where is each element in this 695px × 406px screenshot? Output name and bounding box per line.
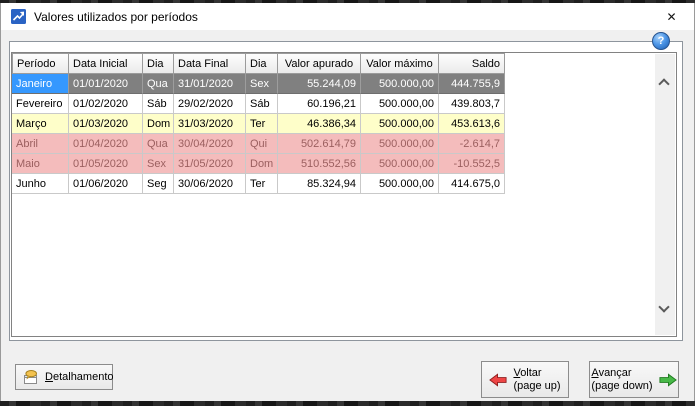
screen: Valores utilizados por períodos ✕ ? Perí… — [0, 0, 695, 406]
green-right-arrow-icon — [659, 372, 677, 387]
cell-dia-final[interactable]: Ter — [246, 114, 278, 134]
voltar-button[interactable]: Voltar (page up) — [481, 361, 569, 398]
cell-valor-apurado[interactable]: 60.196,21 — [278, 94, 361, 114]
cell-period[interactable]: Fevereiro — [12, 94, 69, 114]
col-header-valor-maximo[interactable]: Valor máximo — [361, 53, 439, 74]
table-row-janeiro[interactable]: Janeiro 01/01/2020 Qua 31/01/2020 Sex 55… — [12, 74, 505, 94]
cell-saldo[interactable]: 444.755,9 — [439, 74, 505, 94]
cell-dia-final[interactable]: Dom — [246, 154, 278, 174]
cell-dia-final[interactable]: Ter — [246, 174, 278, 194]
avancar-label: Avançar (page down) — [591, 366, 653, 392]
cell-valor-apurado[interactable]: 85.324,94 — [278, 174, 361, 194]
cell-data-final[interactable]: 31/01/2020 — [174, 74, 246, 94]
cell-dia-inicial[interactable]: Qua — [143, 134, 174, 154]
col-header-saldo[interactable]: Saldo — [439, 53, 505, 74]
periods-table: Período Data Inicial Dia Data Final Dia … — [12, 53, 505, 194]
cell-saldo[interactable]: -10.552,5 — [439, 154, 505, 174]
col-header-periodo[interactable]: Período — [12, 53, 69, 74]
cell-saldo[interactable]: -2.614,7 — [439, 134, 505, 154]
cell-data-inicial[interactable]: 01/05/2020 — [69, 154, 143, 174]
cell-valor-maximo[interactable]: 500.000,00 — [361, 94, 439, 114]
cell-valor-apurado[interactable]: 510.552,56 — [278, 154, 361, 174]
cell-dia-final[interactable]: Sáb — [246, 94, 278, 114]
cell-dia-final[interactable]: Qui — [246, 134, 278, 154]
detalhamento-button[interactable]: Detalhamento — [15, 364, 114, 390]
cell-period[interactable]: Maio — [12, 154, 69, 174]
table-row-junho[interactable]: Junho 01/06/2020 Seg 30/06/2020 Ter 85.3… — [12, 174, 505, 194]
cell-saldo[interactable]: 414.675,0 — [439, 174, 505, 194]
cell-dia-inicial[interactable]: Qua — [143, 74, 174, 94]
close-icon[interactable]: ✕ — [649, 3, 694, 30]
cell-data-final[interactable]: 30/06/2020 — [174, 174, 246, 194]
cell-valor-maximo[interactable]: 500.000,00 — [361, 74, 439, 94]
vertical-scrollbar[interactable] — [655, 54, 675, 335]
voltar-label: Voltar (page up) — [513, 366, 561, 392]
cell-valor-apurado[interactable]: 46.386,34 — [278, 114, 361, 134]
cell-saldo[interactable]: 439.803,7 — [439, 94, 505, 114]
dialog-window: Valores utilizados por períodos ✕ ? Perí… — [0, 3, 695, 401]
cell-dia-inicial[interactable]: Sex — [143, 154, 174, 174]
periods-grid: Período Data Inicial Dia Data Final Dia … — [11, 52, 677, 337]
col-header-dia-inicial[interactable]: Dia — [143, 53, 174, 74]
note-balloon-icon — [23, 369, 39, 385]
window-title: Valores utilizados por períodos — [34, 9, 198, 24]
cell-data-final[interactable]: 31/05/2020 — [174, 154, 246, 174]
cell-data-inicial[interactable]: 01/01/2020 — [69, 74, 143, 94]
cell-valor-maximo[interactable]: 500.000,00 — [361, 114, 439, 134]
table-row-marco[interactable]: Março 01/03/2020 Dom 31/03/2020 Ter 46.3… — [12, 114, 505, 134]
cell-dia-inicial[interactable]: Sáb — [143, 94, 174, 114]
cell-data-final[interactable]: 31/03/2020 — [174, 114, 246, 134]
cell-data-inicial[interactable]: 01/03/2020 — [69, 114, 143, 134]
cell-data-final[interactable]: 30/04/2020 — [174, 134, 246, 154]
col-header-data-inicial[interactable]: Data Inicial — [69, 53, 143, 74]
cell-data-final[interactable]: 29/02/2020 — [174, 94, 246, 114]
help-icon[interactable]: ? — [652, 32, 670, 50]
red-left-arrow-icon — [489, 372, 508, 387]
cell-period[interactable]: Março — [12, 114, 69, 134]
cell-period[interactable]: Junho — [12, 174, 69, 194]
col-header-data-final[interactable]: Data Final — [174, 53, 246, 74]
col-header-dia-final[interactable]: Dia — [246, 53, 278, 74]
cell-valor-apurado[interactable]: 55.244,09 — [278, 74, 361, 94]
cell-data-inicial[interactable]: 01/04/2020 — [69, 134, 143, 154]
chevron-up-icon[interactable] — [658, 78, 670, 90]
table-row-fevereiro[interactable]: Fevereiro 01/02/2020 Sáb 29/02/2020 Sáb … — [12, 94, 505, 114]
cell-period[interactable]: Janeiro — [12, 74, 69, 94]
cell-valor-maximo[interactable]: 500.000,00 — [361, 154, 439, 174]
detalhamento-label: Detalhamento — [45, 371, 114, 383]
cell-dia-final[interactable]: Sex — [246, 74, 278, 94]
dialog-body: ? Período Data Inicial Dia Data Final Di… — [1, 30, 694, 401]
cell-dia-inicial[interactable]: Seg — [143, 174, 174, 194]
background-window-strip-bottom — [0, 401, 695, 406]
table-row-maio[interactable]: Maio 01/05/2020 Sex 31/05/2020 Dom 510.5… — [12, 154, 505, 174]
content-panel: Período Data Inicial Dia Data Final Dia … — [9, 41, 683, 341]
cell-data-inicial[interactable]: 01/06/2020 — [69, 174, 143, 194]
cell-data-inicial[interactable]: 01/02/2020 — [69, 94, 143, 114]
cell-dia-inicial[interactable]: Dom — [143, 114, 174, 134]
table-header-row: Período Data Inicial Dia Data Final Dia … — [12, 53, 505, 74]
col-header-valor-apurado[interactable]: Valor apurado — [278, 53, 361, 74]
cell-valor-apurado[interactable]: 502.614,79 — [278, 134, 361, 154]
avancar-button[interactable]: Avançar (page down) — [589, 361, 679, 398]
cell-valor-maximo[interactable]: 500.000,00 — [361, 174, 439, 194]
table-row-abril[interactable]: Abril 01/04/2020 Qua 30/04/2020 Qui 502.… — [12, 134, 505, 154]
cell-saldo[interactable]: 453.613,6 — [439, 114, 505, 134]
cell-valor-maximo[interactable]: 500.000,00 — [361, 134, 439, 154]
app-trend-chart-icon — [11, 9, 26, 24]
titlebar: Valores utilizados por períodos ✕ — [1, 3, 694, 30]
chevron-down-icon[interactable] — [658, 301, 670, 313]
cell-period[interactable]: Abril — [12, 134, 69, 154]
